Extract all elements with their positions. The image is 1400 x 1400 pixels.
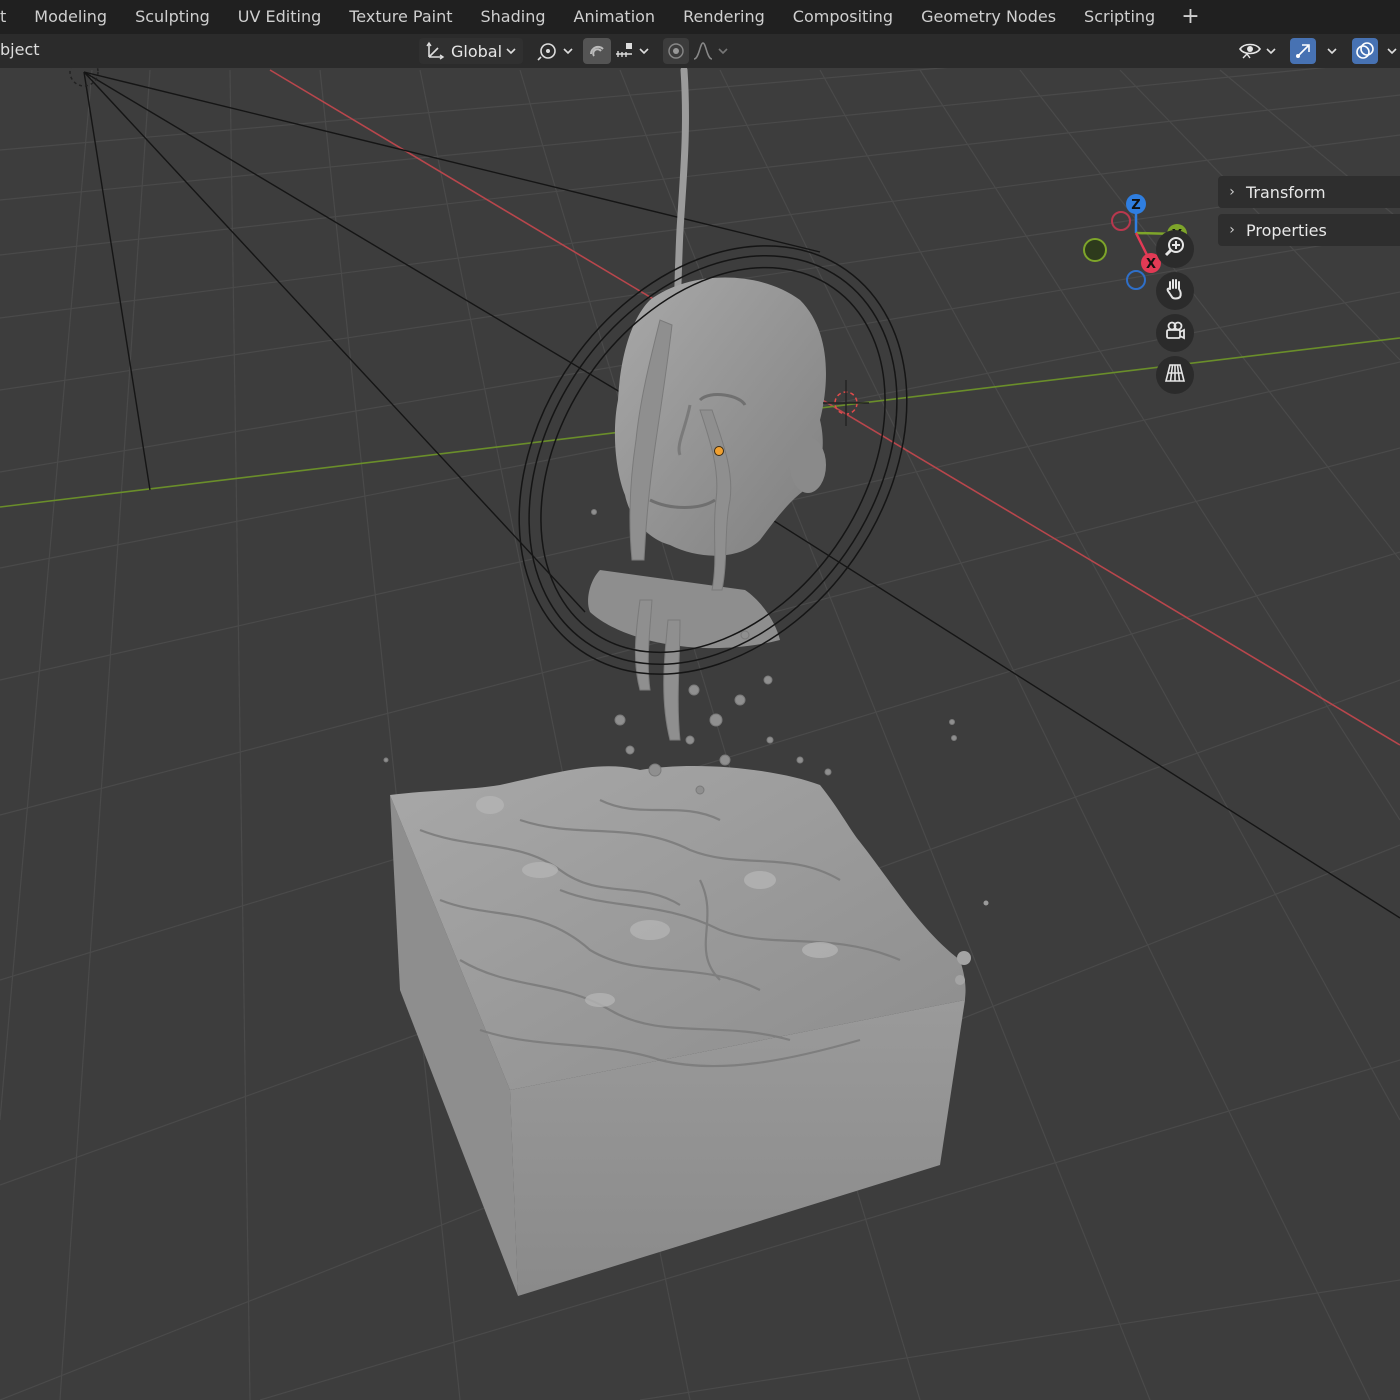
x-axis-line	[269, 69, 1400, 746]
eye-icon	[1238, 40, 1262, 62]
viewport-header: bject Global	[0, 34, 1400, 68]
x-axis-label: X	[1146, 257, 1156, 272]
object-origin-dot	[714, 446, 724, 456]
orientation-axes-icon	[425, 41, 445, 61]
z-axis-handle: Z	[1126, 194, 1146, 214]
transform-panel-header[interactable]: › Transform	[1218, 176, 1400, 208]
3d-cursor	[823, 380, 869, 426]
perspective-toggle-button[interactable]	[1156, 356, 1194, 394]
overlays-toggle[interactable]	[1352, 38, 1400, 64]
snap-target-dropdown[interactable]	[611, 38, 655, 64]
chevron-right-icon: ›	[1229, 184, 1235, 200]
camera-view-icon	[1163, 319, 1187, 347]
tab-sculpting[interactable]: Sculpting	[121, 0, 224, 34]
proportional-editing-icon	[666, 41, 686, 61]
properties-panel-header[interactable]: › Properties	[1218, 214, 1400, 246]
tab-modeling[interactable]: Modeling	[20, 0, 121, 34]
tab-animation[interactable]: Animation	[560, 0, 670, 34]
chevron-down-icon	[505, 45, 517, 57]
tab-geometry-nodes[interactable]: Geometry Nodes	[907, 0, 1070, 34]
pivot-point-dropdown[interactable]	[533, 38, 575, 64]
properties-panel-label: Properties	[1246, 220, 1327, 240]
tab-texture-paint[interactable]: Texture Paint	[335, 0, 466, 34]
workspace-tab-bar: t Modeling Sculpting UV Editing Texture …	[0, 0, 1400, 34]
pan-button[interactable]	[1156, 272, 1194, 310]
chevron-down-icon	[717, 45, 729, 57]
tab-shading[interactable]: Shading	[467, 0, 560, 34]
tab-layout[interactable]: t	[0, 0, 20, 34]
gizmo-icon	[1290, 38, 1316, 64]
chevron-down-icon	[562, 45, 574, 57]
chevron-down-icon	[1265, 45, 1277, 57]
tab-uv-editing[interactable]: UV Editing	[224, 0, 335, 34]
snap-increment-icon	[613, 40, 635, 62]
transform-orientation-dropdown[interactable]: Global	[419, 38, 523, 64]
tab-compositing[interactable]: Compositing	[779, 0, 907, 34]
pan-hand-icon	[1163, 277, 1187, 305]
proportional-editing-toggle[interactable]	[663, 38, 689, 64]
snap-toggle[interactable]	[583, 38, 611, 64]
fluid-domain	[390, 765, 989, 1296]
zoom-button[interactable]	[1156, 230, 1194, 268]
tab-scripting[interactable]: Scripting	[1070, 0, 1169, 34]
zoom-icon	[1163, 235, 1187, 263]
proportional-falloff-dropdown[interactable]	[692, 38, 734, 64]
overlay-icon	[1352, 38, 1378, 64]
3d-viewport[interactable]: Z Y X › Transform › Properties	[0, 68, 1400, 1400]
snap-magnet-icon	[586, 40, 608, 62]
tab-rendering[interactable]: Rendering	[669, 0, 779, 34]
perspective-grid-icon	[1163, 361, 1187, 389]
object-mode-label[interactable]: bject	[0, 34, 40, 66]
orientation-label: Global	[451, 41, 503, 61]
transform-panel-label: Transform	[1246, 182, 1326, 202]
selectability-visibility-dropdown[interactable]	[1238, 38, 1282, 64]
gizmo-toggle[interactable]	[1290, 38, 1344, 64]
z-axis-label: Z	[1131, 198, 1140, 213]
chevron-down-icon	[1326, 45, 1338, 57]
chevron-down-icon	[638, 45, 650, 57]
pivot-point-icon	[537, 40, 559, 62]
sidebar-panels: › Transform › Properties	[1218, 176, 1400, 252]
falloff-curve-icon	[692, 40, 714, 62]
chevron-down-icon	[1386, 45, 1398, 57]
camera-view-button[interactable]	[1156, 314, 1194, 352]
add-workspace-button[interactable]: +	[1169, 0, 1211, 34]
chevron-right-icon: ›	[1229, 222, 1235, 238]
